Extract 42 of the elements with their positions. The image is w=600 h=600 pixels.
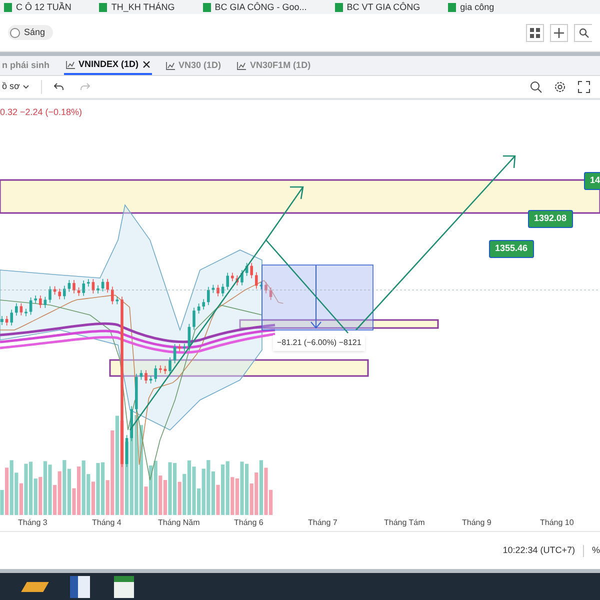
bookmark-link[interactable]: gia công bbox=[448, 2, 494, 12]
price-change: 0.32 −2.24 (−0.18%) bbox=[0, 106, 82, 119]
plus-icon bbox=[554, 28, 564, 38]
axis-label: Tháng 3 bbox=[18, 517, 48, 529]
fullscreen-icon[interactable] bbox=[578, 81, 590, 93]
chart-icon bbox=[237, 62, 246, 70]
document-icon[interactable] bbox=[70, 576, 90, 598]
settings-icon[interactable] bbox=[554, 81, 566, 93]
undo-icon[interactable] bbox=[54, 83, 64, 91]
measure-label: −81.21 (−6.00%) −8121 bbox=[273, 335, 366, 351]
profile-dropdown[interactable]: ồ sơ bbox=[2, 80, 29, 94]
chart-icon bbox=[166, 62, 175, 70]
price-label: 1392.08 bbox=[528, 210, 573, 228]
add-button[interactable] bbox=[550, 24, 568, 42]
bookmark-link[interactable]: BC VT GIA CÔNG bbox=[334, 2, 420, 12]
axis-label: Tháng 9 bbox=[462, 517, 492, 529]
grid-button[interactable] bbox=[526, 24, 544, 42]
theme-toggle[interactable]: Sáng bbox=[8, 24, 54, 40]
axis-label: Tháng 7 bbox=[308, 517, 338, 529]
axis-label: Tháng Tám bbox=[384, 517, 425, 529]
grid-icon bbox=[530, 28, 540, 38]
bookmark-link[interactable]: BC GIA CÔNG - Goo... bbox=[202, 2, 307, 12]
caret-icon bbox=[22, 85, 29, 89]
price-label: 14 bbox=[584, 172, 600, 190]
price-label: 1355.46 bbox=[489, 240, 534, 258]
search-button[interactable] bbox=[574, 24, 592, 42]
bookmark-link[interactable]: C Ô 12 TUẦN bbox=[4, 2, 72, 12]
measure-arrow bbox=[310, 264, 322, 329]
axis-label: Tháng 4 bbox=[92, 517, 122, 529]
app-icon[interactable] bbox=[21, 582, 49, 592]
chart-tab[interactable]: VNINDEX (1D) bbox=[64, 56, 152, 75]
search-icon bbox=[578, 28, 588, 38]
percent-toggle[interactable]: % bbox=[592, 544, 600, 558]
spreadsheet-icon[interactable] bbox=[114, 576, 134, 598]
magnifier-icon[interactable] bbox=[530, 81, 542, 93]
axis-label: Tháng 6 bbox=[234, 517, 264, 529]
chart-icon bbox=[66, 60, 75, 68]
bookmark-link[interactable]: TH_KH THÁNG bbox=[99, 2, 175, 12]
close-icon[interactable] bbox=[142, 61, 150, 68]
clock-time: 10:22:34 (UTC+7) bbox=[502, 544, 575, 557]
axis-label: Tháng 10 bbox=[540, 517, 574, 529]
axis-label: Tháng Năm bbox=[158, 517, 200, 529]
